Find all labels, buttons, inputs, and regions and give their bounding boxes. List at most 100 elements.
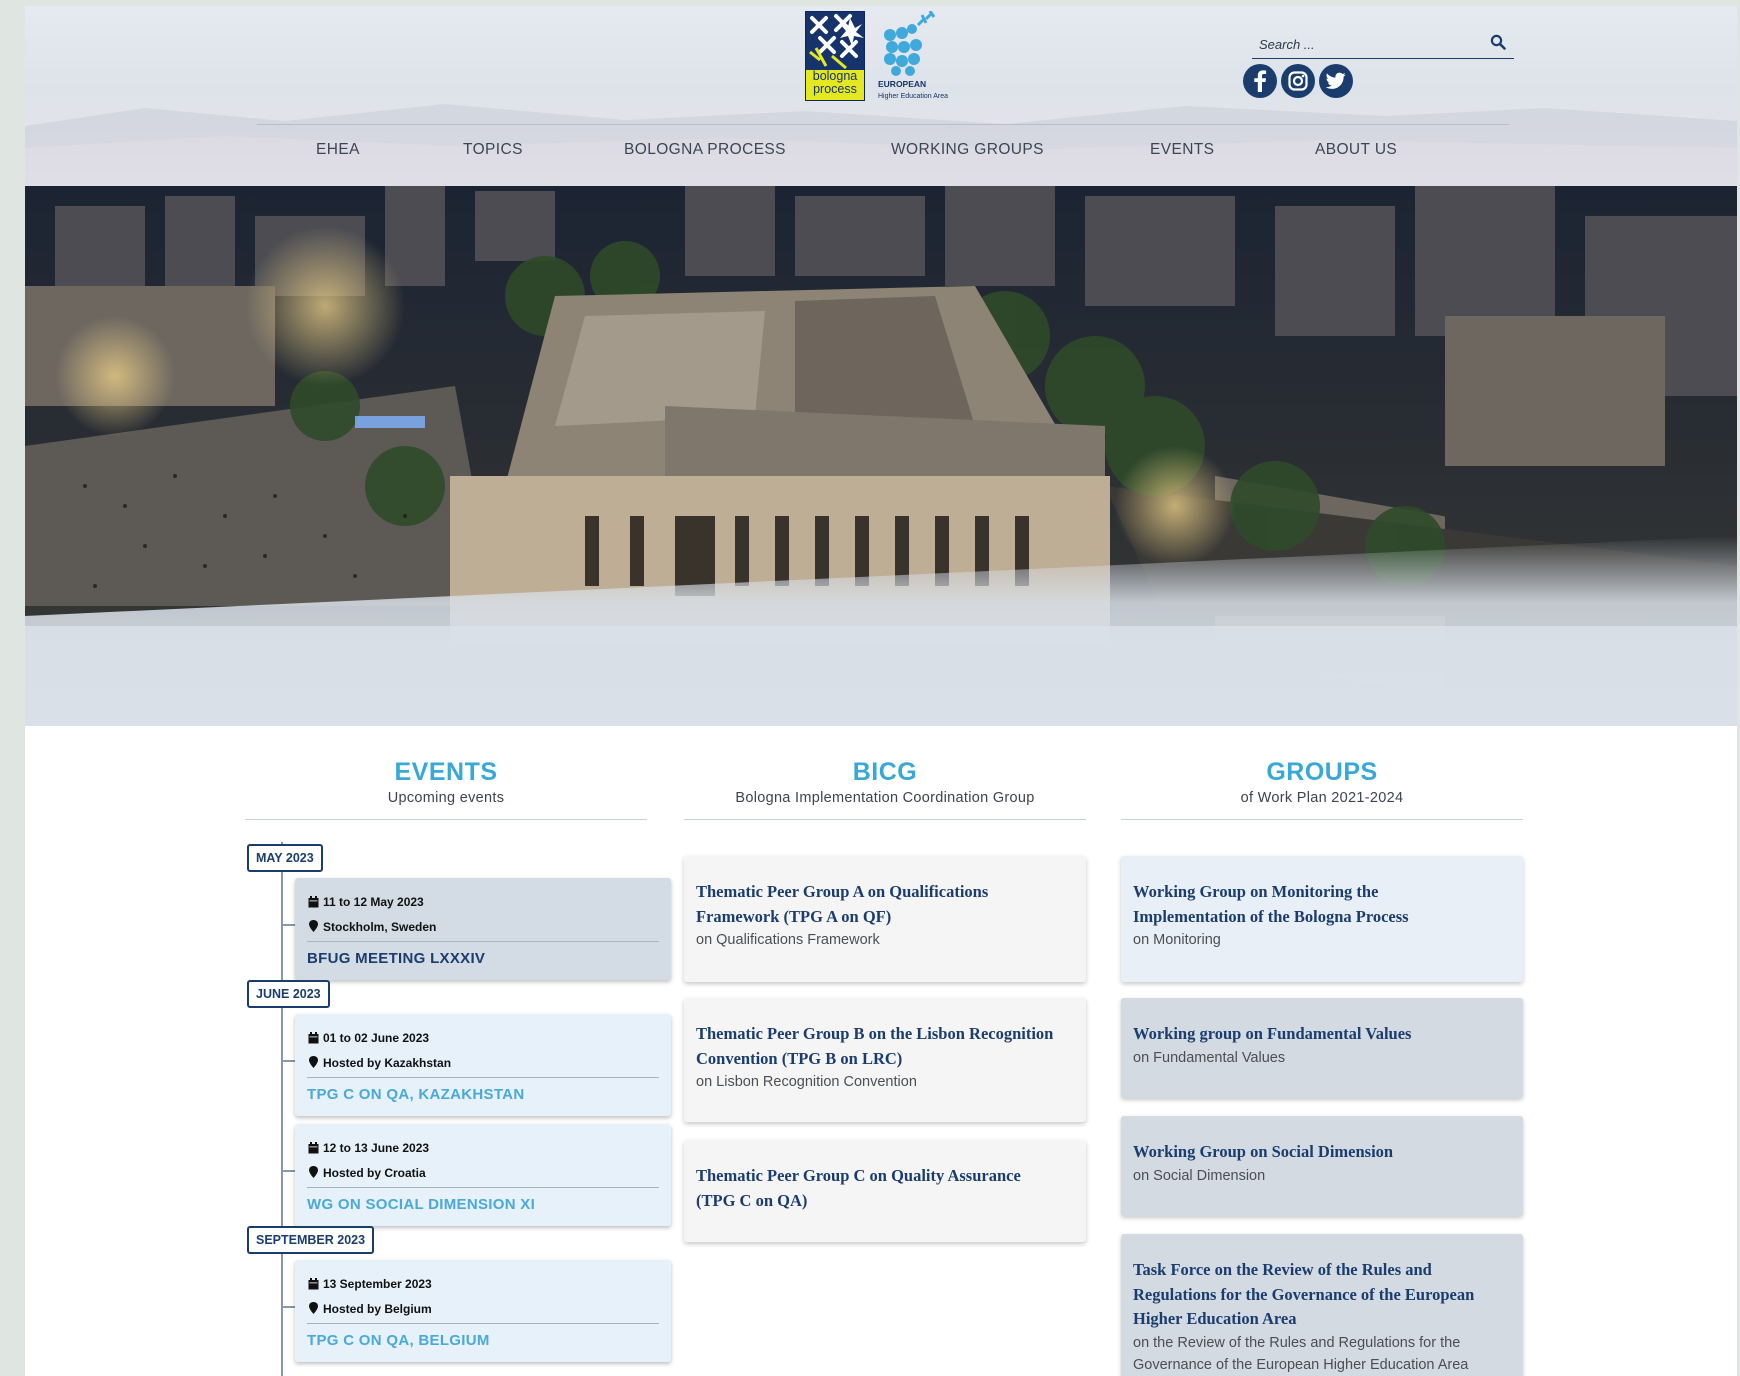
group-card-subtitle: on the Review of the Rules and Regulatio…: [1133, 1332, 1511, 1376]
nav-topics[interactable]: TOPICS: [463, 141, 523, 159]
event-divider: [307, 1323, 659, 1324]
group-card-title: Task Force on the Review of the Rules an…: [1133, 1258, 1511, 1332]
bologna-process-logo-text: bologna process: [806, 70, 864, 100]
events-title: EVENTS: [394, 758, 498, 786]
events-rule: [245, 819, 647, 820]
nav-events[interactable]: EVENTS: [1150, 141, 1214, 159]
event-date: 12 to 13 June 2023: [323, 1141, 430, 1155]
hero-image: [25, 186, 1737, 726]
location-pin-icon: [309, 1166, 318, 1178]
group-card-title: Working group on Fundamental Values: [1133, 1024, 1412, 1043]
group-card-subtitle: on Fundamental Values: [1133, 1049, 1286, 1066]
bicg-card-subtitle: on Qualifications Framework: [696, 932, 880, 948]
page: bologna process EUROPEAN Higher Education…: [25, 6, 1737, 1376]
title-line: Higher Education Area: [1133, 1309, 1297, 1328]
title-line: Thematic Peer Group A on Qualifications: [696, 882, 989, 901]
title-line: Thematic Peer Group C on Quality Assuran…: [696, 1166, 1021, 1185]
timeline-tick: [281, 1170, 295, 1172]
title-line: Convention (TPG B on LRC): [696, 1048, 903, 1068]
title-line: Implementation of the Bologna Process: [1133, 906, 1409, 926]
ehea-logo-subtitle: Higher Education Area: [878, 93, 949, 100]
location-pin-icon: [309, 1302, 318, 1314]
calendar-icon: [308, 1278, 319, 1290]
bicg-title: BICG: [852, 758, 918, 786]
facebook-icon[interactable]: [1243, 64, 1277, 98]
event-date: 11 to 12 May 2023: [323, 895, 424, 909]
group-card-title: Working Group on Social Dimension: [1133, 1142, 1394, 1161]
bicg-card-subtitle: on Lisbon Recognition Convention: [696, 1074, 917, 1090]
title-line: (TPG C on QA): [696, 1190, 808, 1210]
bicg-card[interactable]: Thematic Peer Group B on the Lisbon Reco…: [684, 998, 1086, 1122]
ehea-puzzle-icon: [884, 10, 936, 76]
group-card[interactable]: Working Group on Monitoring the Implement…: [1121, 856, 1523, 982]
instagram-icon[interactable]: [1281, 64, 1315, 98]
nav-divider: [257, 124, 1509, 125]
event-location: Hosted by Croatia: [323, 1166, 426, 1180]
event-title-link[interactable]: TPG C ON QA, BELGIUM: [307, 1332, 490, 1349]
site-logo[interactable]: bologna process EUROPEAN Higher Education…: [805, 10, 985, 109]
site-header: bologna process EUROPEAN Higher Education…: [25, 6, 1737, 186]
calendar-icon: [308, 896, 319, 908]
timeline-tick: [281, 1060, 295, 1062]
bicg-card-title: Thematic Peer Group A on Qualifications F…: [696, 880, 1074, 929]
events-subtitle: Upcoming events: [387, 790, 505, 806]
event-location: Stockholm, Sweden: [323, 920, 437, 934]
event-divider: [307, 1077, 659, 1078]
nav-working-groups[interactable]: WORKING GROUPS: [891, 141, 1044, 159]
timeline-tick: [281, 924, 295, 926]
month-label-june-2023: JUNE 2023: [247, 980, 330, 1008]
title-line: Working Group on Monitoring the: [1133, 882, 1379, 901]
group-card[interactable]: Working Group on Social Dimension on Soc…: [1121, 1116, 1523, 1216]
event-card[interactable]: 01 to 02 June 2023 Hosted by Kazakhstan …: [295, 1014, 671, 1116]
group-card[interactable]: Working group on Fundamental Values on F…: [1121, 998, 1523, 1098]
event-divider: [307, 1187, 659, 1188]
title-line: Regulations for the Governance of the Eu…: [1133, 1284, 1475, 1304]
event-card[interactable]: 12 to 13 June 2023 Hosted by Croatia WG …: [295, 1124, 671, 1226]
subtitle-line: Governance of the European Higher Educat…: [1133, 1356, 1469, 1373]
event-title-link[interactable]: TPG C ON QA, KAZAKHSTAN: [307, 1086, 524, 1103]
twitter-icon[interactable]: [1319, 64, 1353, 98]
calendar-icon: [308, 1142, 319, 1154]
event-title-link[interactable]: WG ON SOCIAL DIMENSION XI: [307, 1196, 535, 1213]
hero-city-night-photo: [25, 186, 1737, 726]
bologna-stars-icon: [809, 14, 864, 70]
month-label-september-2023: SEPTEMBER 2023: [247, 1226, 375, 1254]
subtitle-line: on the Review of the Rules and Regulatio…: [1133, 1334, 1461, 1351]
timeline-tick: [281, 1306, 295, 1308]
group-card-subtitle: on Social Dimension: [1133, 1167, 1266, 1184]
nav-about-us[interactable]: ABOUT US: [1315, 141, 1397, 159]
groups-rule: [1121, 819, 1523, 820]
event-card[interactable]: 13 September 2023 Hosted by Belgium TPG …: [295, 1260, 671, 1362]
search-icon[interactable]: [1490, 34, 1506, 50]
groups-title: GROUPS: [1266, 758, 1378, 786]
bicg-card[interactable]: Thematic Peer Group A on Qualifications F…: [684, 856, 1086, 982]
event-divider: [307, 941, 659, 942]
events-timeline-line: [281, 842, 283, 1376]
location-pin-icon: [309, 920, 318, 932]
ehea-logo-title: EUROPEAN: [878, 79, 927, 89]
search-input[interactable]: [1257, 32, 1481, 56]
nav-bologna-process[interactable]: BOLOGNA PROCESS: [624, 141, 786, 159]
nav-ehea[interactable]: EHEA: [316, 141, 360, 159]
event-date: 01 to 02 June 2023: [323, 1031, 430, 1045]
group-card[interactable]: Task Force on the Review of the Rules an…: [1121, 1234, 1523, 1376]
event-title-link[interactable]: BFUG MEETING LXXXIV: [307, 950, 485, 967]
location-pin-icon: [309, 1056, 318, 1068]
title-line: Framework (TPG A on QF): [696, 906, 892, 926]
event-date: 13 September 2023: [323, 1277, 432, 1291]
calendar-icon: [308, 1032, 319, 1044]
title-line: Thematic Peer Group B on the Lisbon Reco…: [696, 1024, 1054, 1043]
bicg-card[interactable]: Thematic Peer Group C on Quality Assuran…: [684, 1140, 1086, 1242]
bicg-card-title: Thematic Peer Group B on the Lisbon Reco…: [696, 1022, 1074, 1071]
bologna-process-logo: bologna process: [805, 11, 865, 101]
groups-subtitle: of Work Plan 2021-2024: [1240, 790, 1404, 806]
title-line: Task Force on the Review of the Rules an…: [1133, 1260, 1432, 1279]
month-label-may-2023: MAY 2023: [247, 844, 323, 872]
groups-heading: GROUPS of Work Plan 2021-2024: [1121, 758, 1523, 806]
event-card[interactable]: 11 to 12 May 2023 Stockholm, Sweden BFUG…: [295, 878, 671, 980]
main-nav: EHEA TOPICS BOLOGNA PROCESS WORKING GROU…: [25, 141, 1737, 171]
bicg-rule: [684, 819, 1086, 820]
group-card-subtitle: on Monitoring: [1133, 932, 1221, 948]
event-location: Hosted by Belgium: [323, 1302, 432, 1316]
group-card-title: Working Group on Monitoring the Implement…: [1133, 880, 1511, 929]
